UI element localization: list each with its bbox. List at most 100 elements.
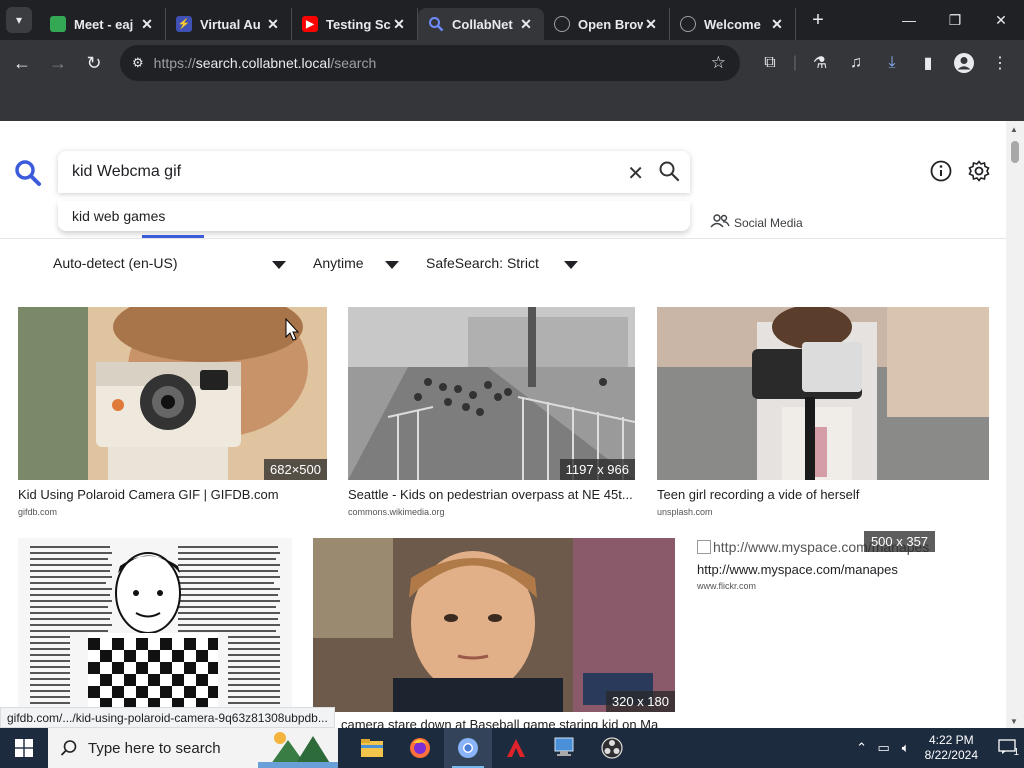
close-icon[interactable]: ✕ [769, 16, 785, 33]
clock-time: 4:22 PM [928, 733, 974, 747]
side-panel-icon[interactable]: ▮ [910, 53, 946, 73]
safesearch-filter[interactable]: SafeSearch: Strict [426, 255, 580, 271]
maximize-button[interactable]: ❐ [932, 0, 978, 40]
close-icon[interactable]: ✕ [265, 16, 281, 33]
result-title[interactable]: camera stare down at Baseball game stari… [341, 717, 675, 728]
header-divider [0, 238, 1006, 239]
site-info-icon[interactable]: ⚙ [132, 55, 144, 71]
search-highlight-image [258, 732, 338, 768]
people-icon [710, 214, 730, 231]
close-icon[interactable]: ✕ [139, 16, 155, 33]
tab-search-button[interactable]: ▾ [6, 7, 32, 33]
result-title[interactable]: Teen girl recording a vide of herself [657, 487, 989, 502]
toolbar-actions: ⧉ | ⚗ ♫ ⤓ ▮ ⋮ [752, 45, 1018, 81]
start-button[interactable] [0, 728, 48, 768]
meet-icon [50, 16, 66, 32]
caret-down-icon [272, 261, 286, 269]
obs-icon[interactable] [588, 728, 636, 768]
result-title[interactable]: http://www.myspace.com/manapes [697, 562, 997, 577]
result-thumbnail[interactable]: 320 x 180 [313, 538, 675, 712]
search-page: kid Webcma gif ✕ kid web games Social Me… [0, 121, 1006, 728]
close-icon[interactable]: ✕ [391, 16, 407, 33]
taskbar-search-placeholder: Type here to search [88, 739, 221, 757]
kebab-menu-icon[interactable]: ⋮ [982, 53, 1018, 73]
media-controls-icon[interactable]: ♫ [838, 54, 874, 72]
mouse-cursor-icon [285, 318, 299, 341]
scroll-down-icon[interactable]: ▼ [1010, 717, 1018, 726]
info-icon[interactable] [929, 159, 953, 183]
search-submit-icon[interactable] [658, 160, 680, 187]
profile-avatar-icon[interactable] [946, 52, 982, 74]
result-thumbnail[interactable]: 1197 x 966 [348, 307, 635, 480]
tab-welcome[interactable]: Welcome ✕ [670, 8, 796, 40]
close-icon[interactable]: ✕ [643, 16, 659, 33]
image-dimensions-badge: 320 x 180 [605, 691, 675, 712]
caret-down-icon [564, 261, 578, 269]
labs-icon[interactable]: ⚗ [802, 53, 838, 73]
filter-bar: Auto-detect (en-US) Anytime SafeSearch: … [0, 255, 1006, 275]
bookmark-star-icon[interactable]: ☆ [711, 53, 726, 73]
result-thumbnail[interactable] [18, 538, 292, 728]
chevron-up-icon[interactable]: ⌃ [851, 740, 873, 756]
tab-title: CollabNet [452, 16, 513, 32]
new-tab-button[interactable]: + [804, 9, 832, 32]
result-thumbnail[interactable] [657, 307, 989, 480]
youtube-icon: ▶ [302, 16, 318, 32]
search-box[interactable]: kid Webcma gif ✕ [58, 151, 690, 193]
search-logo-icon[interactable] [14, 159, 42, 187]
region-filter-label: Auto-detect (en-US) [53, 255, 178, 271]
scrollbar-thumb[interactable] [1011, 141, 1019, 163]
result-title[interactable]: Kid Using Polaroid Camera GIF | GIFDB.co… [18, 487, 327, 502]
url-text[interactable]: https://search.collabnet.local/search [154, 55, 377, 71]
forward-button[interactable]: → [40, 45, 76, 81]
remote-desktop-icon[interactable] [540, 728, 588, 768]
windows-taskbar: Type here to search ⌃ ▭ 🔈︎ 4:22 PM 8/22/… [0, 728, 1024, 768]
tab-meet[interactable]: Meet - eaj ✕ [40, 8, 166, 40]
chrome-icon[interactable] [444, 728, 492, 768]
girl-recording-image [657, 307, 989, 480]
search-input[interactable]: kid Webcma gif [72, 163, 181, 181]
region-filter[interactable]: Auto-detect (en-US) [53, 255, 287, 271]
close-icon[interactable]: ✕ [518, 16, 534, 33]
minimize-button[interactable]: — [886, 0, 932, 40]
scroll-up-icon[interactable]: ▲ [1010, 125, 1018, 134]
network-icon[interactable]: ▭ [873, 740, 895, 756]
back-button[interactable]: ← [4, 45, 40, 81]
reload-button[interactable]: ↻ [76, 45, 112, 81]
taskbar-search[interactable]: Type here to search [48, 728, 338, 768]
address-bar[interactable]: ⚙ https://search.collabnet.local/search … [120, 45, 740, 81]
tab-open-browser[interactable]: Open Brow ✕ [544, 8, 670, 40]
autocomplete-suggestion[interactable]: kid web games [58, 201, 690, 231]
firefox-icon[interactable] [396, 728, 444, 768]
result-source[interactable]: gifdb.com [18, 507, 57, 517]
gear-icon[interactable] [967, 159, 991, 183]
result-thumbnail[interactable]: 682×500 [18, 307, 327, 480]
search-icon [60, 740, 77, 756]
taskbar-clock[interactable]: 4:22 PM 8/22/2024 [925, 733, 978, 763]
volume-icon[interactable]: 🔈︎ [895, 740, 917, 756]
link-status-bar: gifdb.com/.../kid-using-polaroid-camera-… [0, 707, 335, 728]
tab-social-media-label: Social Media [734, 215, 803, 230]
clear-search-icon[interactable]: ✕ [627, 161, 644, 186]
notification-center-icon[interactable]: 1 [990, 738, 1024, 758]
bookmark-bar [0, 86, 1024, 121]
tab-testing[interactable]: ▶ Testing Sc ✕ [292, 8, 418, 40]
result-source[interactable]: unsplash.com [657, 507, 713, 517]
time-filter[interactable]: Anytime [313, 255, 399, 271]
page-scrollbar[interactable]: ▲ ▼ [1006, 121, 1024, 728]
virtual-icon: ⚡ [176, 16, 192, 32]
result-title[interactable]: Seattle - Kids on pedestrian overpass at… [348, 487, 635, 502]
system-tray: ⌃ ▭ 🔈︎ 4:22 PM 8/22/2024 1 [851, 728, 1024, 768]
download-icon[interactable]: ⤓ [874, 54, 910, 72]
file-explorer-icon[interactable] [348, 728, 396, 768]
tab-collabnet[interactable]: CollabNet ✕ [418, 8, 544, 40]
tab-social-media[interactable]: Social Media [710, 214, 803, 231]
close-window-button[interactable]: ✕ [978, 0, 1024, 40]
image-dimensions-badge: 682×500 [264, 459, 327, 480]
adobe-icon[interactable] [492, 728, 540, 768]
extensions-icon[interactable]: ⧉ [752, 54, 788, 72]
result-source[interactable]: commons.wikimedia.org [348, 507, 445, 517]
result-source[interactable]: www.flickr.com [697, 581, 756, 591]
tab-virtual[interactable]: ⚡ Virtual Au ✕ [166, 8, 292, 40]
caret-down-icon [385, 261, 399, 269]
